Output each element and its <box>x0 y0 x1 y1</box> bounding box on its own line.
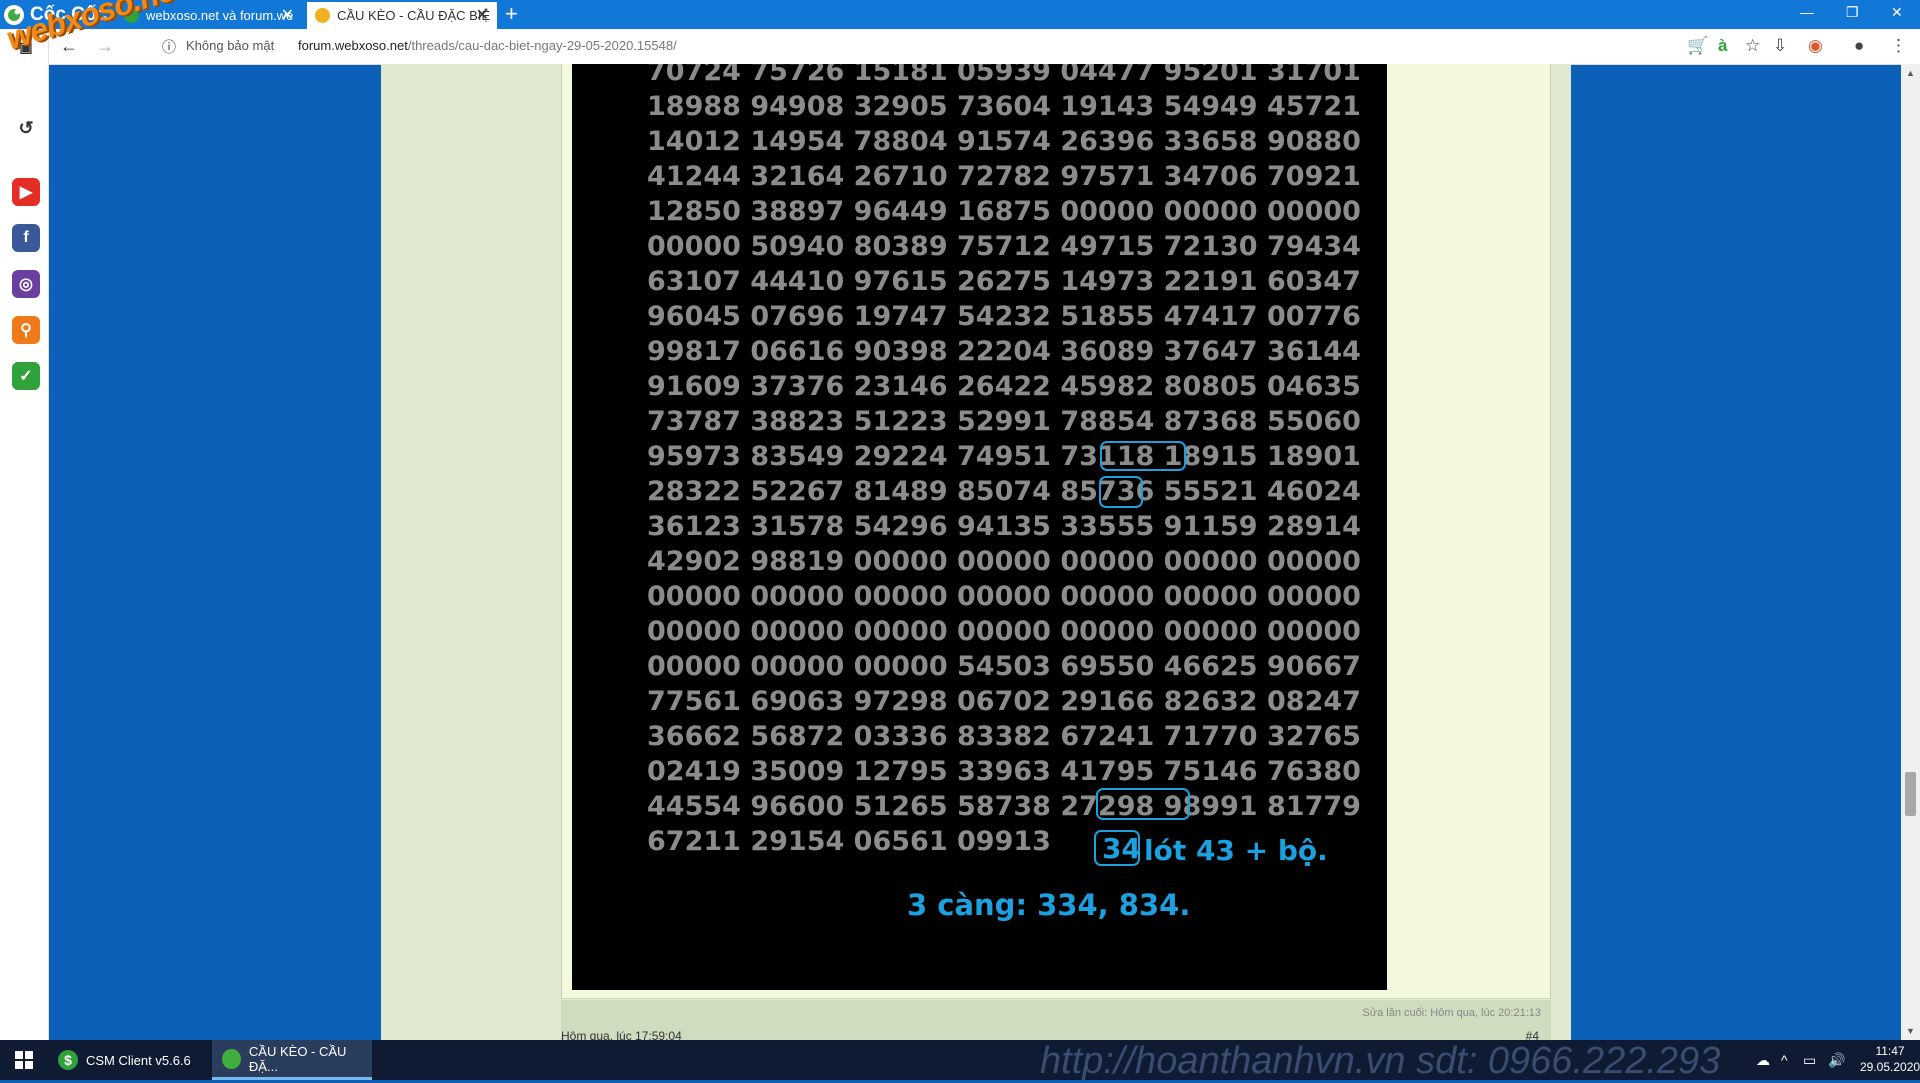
csm-icon: $ <box>58 1050 78 1070</box>
grid-row: 00000 50940 80389 75712 49715 72130 7943… <box>647 231 1361 262</box>
grid-row: 77561 69063 97298 06702 29166 82632 0824… <box>647 686 1361 717</box>
tab-cau-keo[interactable]: CẦU KÈO - CẦU ĐẶC BIỆ ✕ <box>307 2 497 29</box>
grid-row: 00000 00000 00000 00000 00000 00000 0000… <box>647 581 1361 612</box>
translate-icon[interactable]: à <box>1718 36 1727 56</box>
grid-row: 63107 44410 97615 26275 14973 22191 6034… <box>647 266 1361 297</box>
youtube-icon[interactable]: ▶ <box>12 178 40 206</box>
minimize-icon[interactable]: — <box>1800 4 1814 20</box>
close-window-icon[interactable]: ✕ <box>1891 4 1903 21</box>
download-icon[interactable]: ⇩ <box>1773 36 1787 56</box>
grid-row: 91609 37376 23146 26422 45982 80805 0463… <box>647 371 1361 402</box>
scroll-down-icon[interactable]: ▼ <box>1906 1026 1915 1036</box>
wallpaper-text: http://hoanthanhvn.vn sdt: 0966.222.293 <box>1040 1040 1721 1082</box>
url-host: forum.webxoso.net <box>298 38 408 53</box>
taskbar-app-label: CSM Client v5.6.6 <box>86 1052 191 1068</box>
menu-icon[interactable]: ⋮ <box>1890 36 1907 56</box>
grid-row: 95973 83549 29224 74951 73118 18915 1890… <box>647 441 1361 472</box>
taskbar-app-csm[interactable]: $ CSM Client v5.6.6 <box>48 1040 206 1080</box>
cart-icon[interactable]: 🛒 <box>1687 36 1708 56</box>
grid-row: 96045 07696 19747 54232 51855 47417 0077… <box>647 301 1361 332</box>
tray-expand-icon[interactable]: ^ <box>1781 1052 1788 1068</box>
tab-title: webxoso.net và forum.we <box>146 8 294 23</box>
highlight-box-pair-bottom <box>1096 788 1190 820</box>
profile-icon[interactable]: ● <box>1854 36 1864 56</box>
clock-date: 29.05.2020 <box>1860 1060 1920 1074</box>
info-icon[interactable]: ⓘ <box>162 37 176 57</box>
grid-row: 41244 32164 26710 72782 97571 34706 7092… <box>647 161 1361 192</box>
restore-icon[interactable]: ❐ <box>1846 4 1859 21</box>
coccoc-taskbar-icon <box>222 1048 241 1069</box>
grid-row: 44554 96600 51265 58738 27298 98991 8177… <box>647 791 1361 822</box>
network-icon[interactable]: ▭ <box>1803 1052 1816 1069</box>
browser-sidebar: ▣ ↺ ▶ f ◎ ⚲ ✓ <box>0 30 49 1040</box>
map-icon[interactable]: ✓ <box>12 362 40 390</box>
edit-note: Sửa lần cuối: Hôm qua, lúc 20:21:13 <box>1362 1007 1541 1019</box>
xs-favicon-icon <box>315 8 330 23</box>
grid-row: 42902 98819 00000 00000 00000 00000 0000… <box>647 546 1361 577</box>
scroll-thumb[interactable] <box>1905 772 1916 816</box>
extension-icon[interactable]: ◉ <box>1808 36 1823 56</box>
facebook-icon[interactable]: f <box>12 224 40 252</box>
three-digit-prediction: 3 càng: 334, 834. <box>907 888 1191 922</box>
grid-row: 18988 94908 32905 73604 19143 54949 4572… <box>647 91 1361 122</box>
windows-icon <box>15 1051 33 1069</box>
address-bar: ← → ⓘ Không bảo mật forum.webxoso.net/th… <box>0 29 1920 65</box>
start-button[interactable] <box>0 1040 48 1080</box>
scroll-up-icon[interactable]: ▲ <box>1906 68 1915 78</box>
forward-arrow-icon[interactable]: → <box>96 36 114 57</box>
tab-bar: Cốc Cốc webxoso.net và forum.we ✕ CẦU KÈ… <box>0 0 1920 29</box>
taskbar-app-label: CẦU KÈO - CẦU ĐẶ... <box>248 1043 347 1074</box>
post-footer: Sửa lần cuối: Hôm qua, lúc 20:21:13 Hôm … <box>561 1000 1551 1043</box>
grid-row: 99817 06616 90398 22204 36089 37647 3614… <box>647 336 1361 367</box>
new-tab-button[interactable]: + <box>505 1 518 27</box>
grid-row: 70724 75726 15181 05939 04477 95201 3170… <box>647 64 1361 87</box>
result-number: 34 <box>1102 832 1141 865</box>
music-icon[interactable]: ◎ <box>12 270 40 298</box>
grid-row: 36123 31578 54296 94135 33555 91159 2891… <box>647 511 1361 542</box>
prediction-text: lót 43 + bộ. <box>1144 834 1328 867</box>
security-label[interactable]: Không bảo mật <box>186 38 274 53</box>
grid-row: 14012 14954 78804 91574 26396 33658 9088… <box>647 126 1361 157</box>
taskbar-app-browser[interactable]: CẦU KÈO - CẦU ĐẶ... <box>212 1040 372 1080</box>
number-grid: 70724 75726 15181 05939 04477 95201 3170… <box>647 64 1361 859</box>
grid-row: 00000 00000 00000 54503 69550 46625 9066… <box>647 651 1361 682</box>
grid-row: 00000 00000 00000 00000 00000 00000 0000… <box>647 616 1361 647</box>
windows-taskbar: http://hoanthanhvn.vn sdt: 0966.222.293 … <box>0 1040 1920 1082</box>
url-field[interactable]: forum.webxoso.net/threads/cau-dac-biet-n… <box>298 38 677 53</box>
taskbar-clock[interactable]: 11:47 29.05.2020 <box>1860 1043 1920 1075</box>
close-tab-icon[interactable]: ✕ <box>476 5 489 25</box>
history-icon[interactable]: ↺ <box>12 114 40 142</box>
post-image: 70724 75726 15181 05939 04477 95201 3170… <box>572 64 1387 990</box>
volume-icon[interactable]: 🔊 <box>1828 1052 1845 1069</box>
grid-row: 02419 35009 12795 33963 41795 75146 7638… <box>647 756 1361 787</box>
highlight-box-pair-top <box>1100 441 1186 471</box>
star-icon[interactable]: ☆ <box>1745 36 1760 56</box>
url-path: /threads/cau-dac-biet-ngay-29-05-2020.15… <box>407 38 677 53</box>
close-tab-icon[interactable]: ✕ <box>281 5 294 25</box>
grid-row: 73787 38823 51223 52991 78854 87368 5506… <box>647 406 1361 437</box>
grid-row: 12850 38897 96449 16875 00000 00000 0000… <box>647 196 1361 227</box>
tab-title: CẦU KÈO - CẦU ĐẶC BIỆ <box>337 8 491 23</box>
cloud-icon[interactable]: ☁ <box>1756 1052 1770 1069</box>
grid-row: 28322 52267 81489 85074 85736 55521 4602… <box>647 476 1361 507</box>
clock-time: 11:47 <box>1875 1044 1905 1058</box>
grid-row: 36662 56872 03336 83382 67241 71770 3276… <box>647 721 1361 752</box>
search-icon[interactable]: ⚲ <box>12 316 40 344</box>
page-scrollbar[interactable]: ▲ ▼ <box>1901 64 1920 1040</box>
highlight-box-result-top <box>1099 476 1143 508</box>
